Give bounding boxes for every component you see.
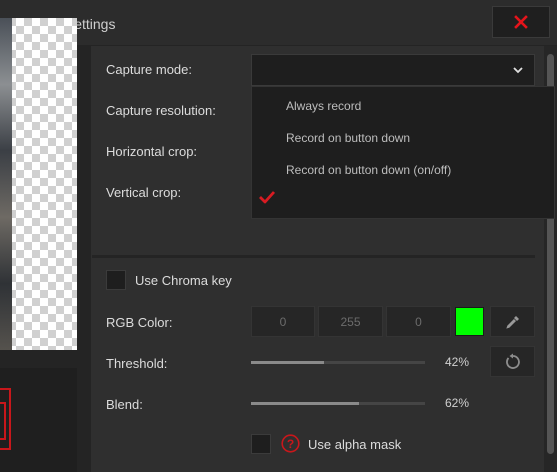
- menu-item-record-on-button-down[interactable]: Record on button down: [286, 131, 410, 145]
- capture-resolution-label: Capture resolution:: [106, 103, 216, 118]
- use-chroma-key-label: Use Chroma key: [135, 273, 232, 288]
- menu-item-record-on-button-toggle[interactable]: Record on button down (on/off): [286, 163, 451, 177]
- blend-slider[interactable]: [251, 402, 425, 405]
- use-alpha-mask-label: Use alpha mask: [308, 437, 402, 452]
- section-divider: [92, 255, 535, 258]
- reset-button[interactable]: [490, 346, 535, 377]
- checkmark-icon: [259, 191, 276, 204]
- menu-item-always-record[interactable]: Always record: [286, 99, 361, 113]
- blend-label: Blend:: [106, 397, 143, 412]
- blend-slider-fill: [251, 402, 359, 405]
- capture-mode-menu: Always record Record on button down Reco…: [251, 86, 555, 219]
- green-value-field[interactable]: 255: [318, 306, 383, 337]
- red-value-field[interactable]: 0: [251, 306, 315, 337]
- close-button[interactable]: [492, 6, 550, 38]
- chroma-color-swatch[interactable]: [455, 307, 484, 336]
- capture-mode-dropdown[interactable]: [251, 54, 535, 86]
- capture-mode-label: Capture mode:: [106, 62, 192, 77]
- blue-value-field[interactable]: 0: [386, 306, 451, 337]
- reset-icon: [505, 353, 520, 369]
- chevron-down-icon: [513, 67, 523, 74]
- webcam-image: [0, 18, 12, 350]
- threshold-value: 42%: [445, 355, 470, 369]
- close-icon: [514, 15, 528, 29]
- eyedropper-icon: [505, 315, 519, 329]
- help-icon[interactable]: ?: [281, 434, 300, 453]
- title-bar: Webcam Settings: [0, 0, 557, 46]
- eyedropper-button[interactable]: [490, 306, 535, 337]
- blend-value: 62%: [445, 396, 470, 410]
- threshold-slider[interactable]: [251, 361, 425, 364]
- preview-bottom-area: [0, 368, 77, 472]
- threshold-label: Threshold:: [106, 356, 168, 371]
- horizontal-crop-label: Horizontal crop:: [106, 144, 198, 159]
- vertical-crop-label: Vertical crop:: [106, 185, 182, 200]
- rgb-color-label: RGB Color:: [106, 315, 173, 330]
- use-alpha-mask-checkbox[interactable]: [251, 434, 271, 454]
- use-chroma-key-checkbox[interactable]: [106, 270, 126, 290]
- record-indicator-icon: [0, 388, 11, 450]
- webcam-preview: [0, 18, 77, 350]
- svg-text:?: ?: [287, 437, 294, 451]
- threshold-slider-fill: [251, 361, 325, 364]
